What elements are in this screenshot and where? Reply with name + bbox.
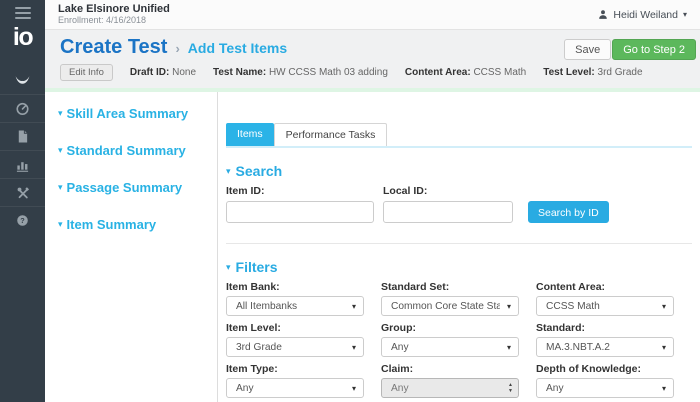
item-level-select[interactable]: 3rd Grade ▾ — [226, 337, 364, 357]
item-level-label: Item Level: — [226, 322, 364, 334]
nav-item-assessments[interactable] — [0, 66, 45, 94]
caret-down-icon: ▾ — [58, 145, 63, 156]
help-icon: ? — [16, 214, 29, 227]
person-icon — [598, 9, 608, 20]
select-stepper-icon: ▲▼ — [508, 382, 513, 394]
caret-down-icon: ▾ — [58, 182, 63, 193]
content-area-label: Content Area: — [536, 281, 674, 293]
tab-items[interactable]: Items — [226, 123, 274, 146]
io-logo: io — [0, 22, 45, 52]
caret-down-icon: ▾ — [58, 219, 63, 230]
page-title: Create Test — [60, 36, 167, 59]
nav-item-reports[interactable] — [0, 150, 45, 178]
passage-summary-toggle[interactable]: ▾ Passage Summary — [58, 180, 217, 195]
item-summary-toggle[interactable]: ▾ Item Summary — [58, 217, 217, 232]
user-menu[interactable]: Heidi Weiland ▾ — [598, 9, 687, 21]
caret-down-icon: ▾ — [662, 343, 666, 352]
draft-id-meta: Draft ID: None — [130, 67, 196, 78]
bird-icon — [14, 73, 31, 87]
caret-down-icon: ▾ — [352, 384, 356, 393]
depth-of-knowledge-select[interactable]: Any ▾ — [536, 378, 674, 398]
top-bar: Lake Elsinore Unified Enrollment: 4/16/2… — [45, 0, 700, 30]
test-name-meta: Test Name: HW CCSS Math 03 adding — [213, 67, 388, 78]
item-type-select[interactable]: Any ▾ — [226, 378, 364, 398]
standard-set-label: Standard Set: — [381, 281, 519, 293]
nav-item-help[interactable]: ? — [0, 206, 45, 234]
save-button[interactable]: Save — [564, 39, 611, 60]
item-id-label: Item ID: — [226, 185, 383, 197]
enrollment-date: Enrollment: 4/16/2018 — [58, 15, 170, 26]
user-name: Heidi Weiland — [613, 9, 678, 21]
standard-label: Standard: — [536, 322, 674, 334]
caret-down-icon: ▾ — [58, 108, 63, 119]
test-level-meta: Test Level: 3rd Grade — [543, 67, 642, 78]
filters-grid: Item Bank: All Itembanks ▾ Item Level: 3… — [226, 275, 692, 402]
local-id-label: Local ID: — [383, 185, 513, 197]
local-id-field: Local ID: — [383, 179, 513, 223]
group-select[interactable]: Any ▾ — [381, 337, 519, 357]
section-divider — [226, 243, 692, 244]
nav-item-dashboard[interactable] — [0, 94, 45, 122]
caret-down-icon: ▾ — [352, 302, 356, 311]
document-icon — [16, 129, 29, 144]
menu-icon[interactable] — [15, 7, 31, 19]
page-subtitle: Add Test Items — [188, 40, 287, 56]
content-area-meta: Content Area: CCSS Math — [405, 67, 526, 78]
breadcrumb-separator-icon: › — [175, 41, 179, 56]
caret-down-icon: ▾ — [507, 302, 511, 311]
standard-select[interactable]: MA.3.NBT.A.2 ▾ — [536, 337, 674, 357]
content-area-select[interactable]: CCSS Math ▾ — [536, 296, 674, 316]
caret-down-icon: ▾ — [352, 343, 356, 352]
local-id-input[interactable] — [383, 201, 513, 223]
main-panel: Items Performance Tasks ▾ Search Item ID… — [219, 92, 700, 402]
left-nav-rail: io — [0, 0, 45, 402]
dashboard-icon — [15, 101, 30, 116]
svg-text:?: ? — [20, 216, 25, 225]
caret-down-icon: ▾ — [226, 262, 231, 273]
caret-down-icon: ▾ — [662, 384, 666, 393]
filters-section-toggle[interactable]: ▾ Filters — [226, 259, 692, 275]
item-id-field: Item ID: — [226, 179, 383, 223]
caret-down-icon: ▾ — [226, 166, 231, 177]
item-bank-select[interactable]: All Itembanks ▾ — [226, 296, 364, 316]
depth-of-knowledge-label: Depth of Knowledge: — [536, 363, 674, 375]
item-bank-label: Item Bank: — [226, 281, 364, 293]
district-info: Lake Elsinore Unified Enrollment: 4/16/2… — [58, 3, 170, 26]
summary-panel: ▾ Skill Area Summary ▾ Standard Summary … — [45, 92, 218, 402]
claim-select[interactable]: Any ▲▼ — [381, 378, 519, 398]
tools-icon — [16, 186, 30, 200]
create-test-page: io — [0, 0, 700, 402]
claim-label: Claim: — [381, 363, 519, 375]
district-name: Lake Elsinore Unified — [58, 3, 170, 15]
nav-item-documents[interactable] — [0, 122, 45, 150]
page-header: Create Test › Add Test Items Save Go to … — [45, 30, 700, 88]
search-section-toggle[interactable]: ▾ Search — [226, 163, 692, 179]
nav-item-admin-tools[interactable] — [0, 178, 45, 206]
bar-chart-icon — [15, 158, 30, 172]
search-by-id-button[interactable]: Search by ID — [528, 201, 609, 223]
standard-set-select[interactable]: Common Core State Standards ▾ — [381, 296, 519, 316]
standard-summary-toggle[interactable]: ▾ Standard Summary — [58, 143, 217, 158]
caret-down-icon: ▾ — [662, 302, 666, 311]
chevron-down-icon: ▾ — [683, 10, 687, 19]
item-type-label: Item Type: — [226, 363, 364, 375]
breadcrumb: Create Test › Add Test Items — [60, 36, 287, 59]
tab-performance-tasks[interactable]: Performance Tasks — [274, 123, 388, 146]
group-label: Group: — [381, 322, 519, 334]
content-area: ▾ Skill Area Summary ▾ Standard Summary … — [45, 88, 700, 402]
tab-bar: Items Performance Tasks — [226, 123, 692, 148]
edit-info-button[interactable]: Edit Info — [60, 64, 113, 81]
item-id-input[interactable] — [226, 201, 374, 223]
skill-area-summary-toggle[interactable]: ▾ Skill Area Summary — [58, 106, 217, 121]
go-to-step-2-button[interactable]: Go to Step 2 — [612, 39, 696, 60]
caret-down-icon: ▾ — [507, 343, 511, 352]
